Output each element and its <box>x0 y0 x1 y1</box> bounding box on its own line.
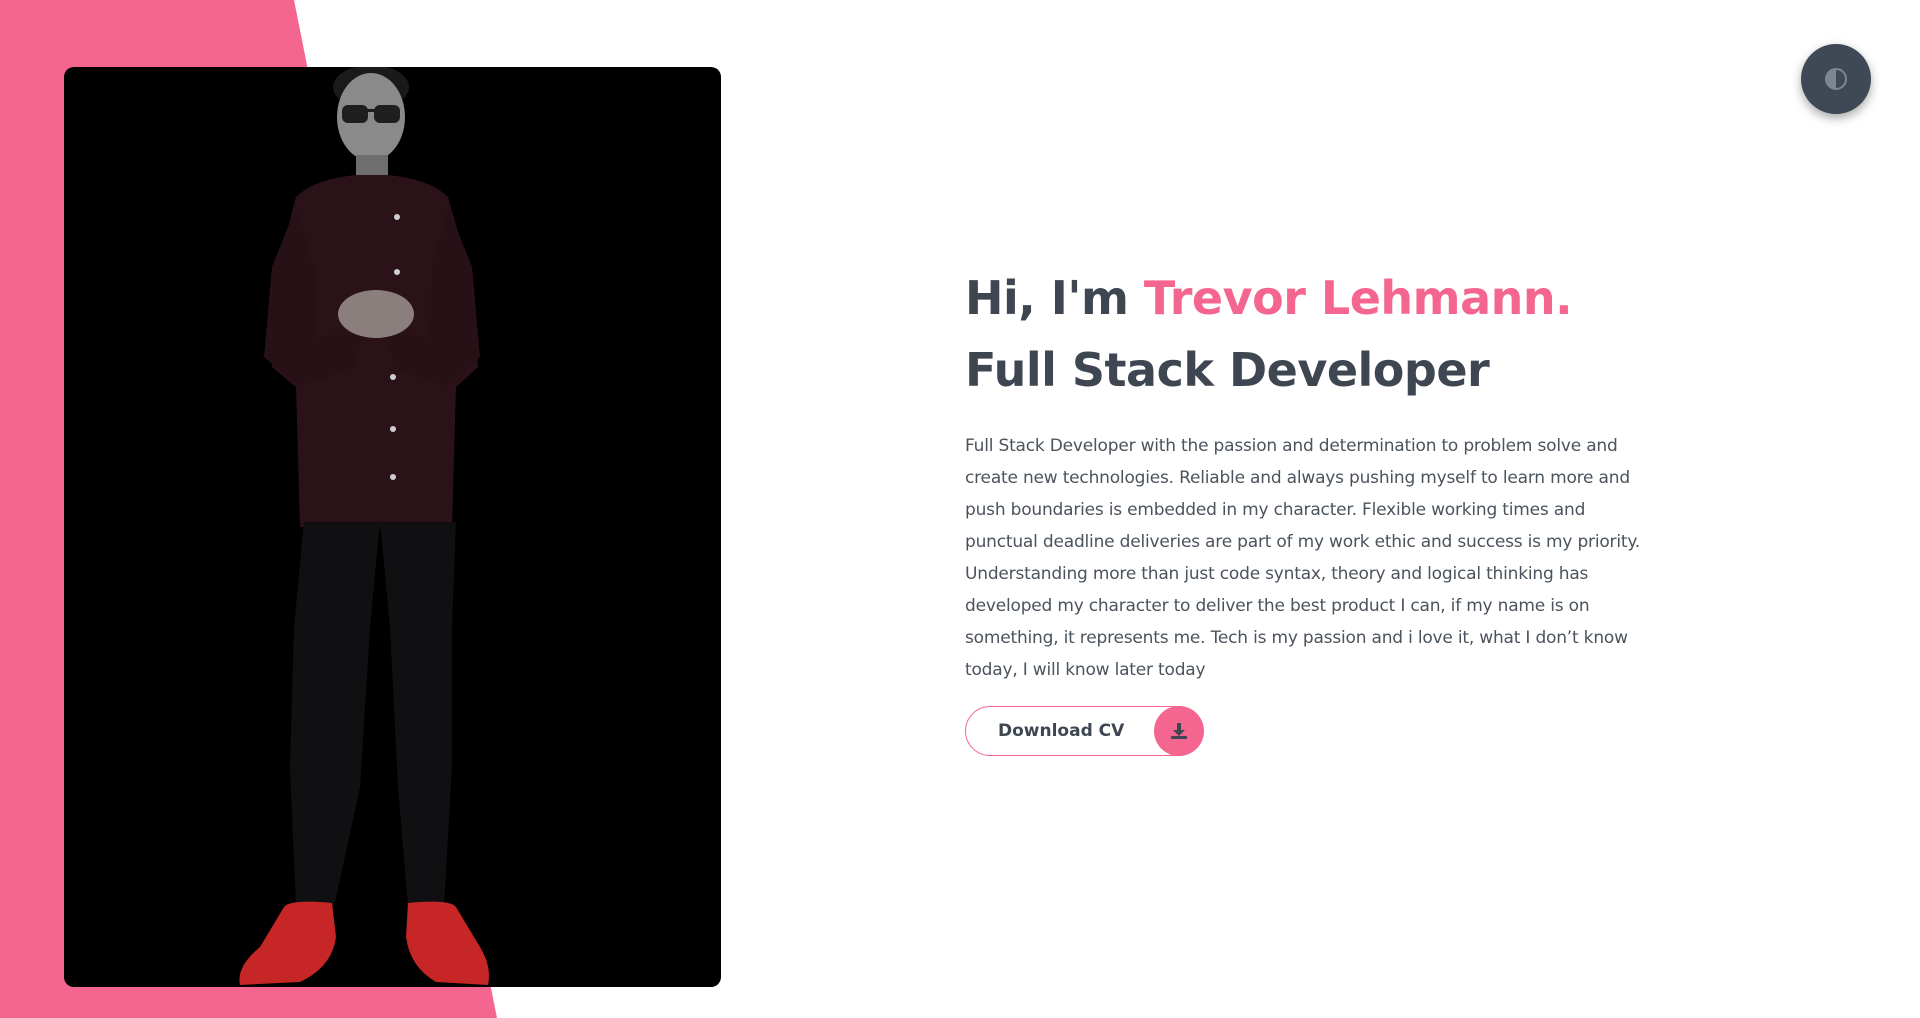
hero-content: Hi, I'm Trevor Lehmann. Full Stack Develo… <box>965 262 1665 756</box>
hero-heading: Hi, I'm Trevor Lehmann. Full Stack Develo… <box>965 262 1665 406</box>
role-text: Full Stack Developer <box>965 343 1490 397</box>
name-text: Trevor Lehmann. <box>1143 271 1573 325</box>
download-cv-label: Download CV <box>998 721 1125 741</box>
download-icon <box>1154 705 1204 756</box>
hero-description: Full Stack Developer with the passion an… <box>965 436 1640 680</box>
profile-photo <box>64 67 721 987</box>
person-illustration <box>239 67 489 985</box>
theme-toggle-button[interactable] <box>1801 44 1871 114</box>
contrast-icon <box>1825 68 1847 90</box>
download-cv-button[interactable]: Download CV <box>965 705 1204 756</box>
greeting-text: Hi, I'm <box>965 271 1144 325</box>
hero-page: Hi, I'm Trevor Lehmann. Full Stack Develo… <box>0 0 1920 1018</box>
